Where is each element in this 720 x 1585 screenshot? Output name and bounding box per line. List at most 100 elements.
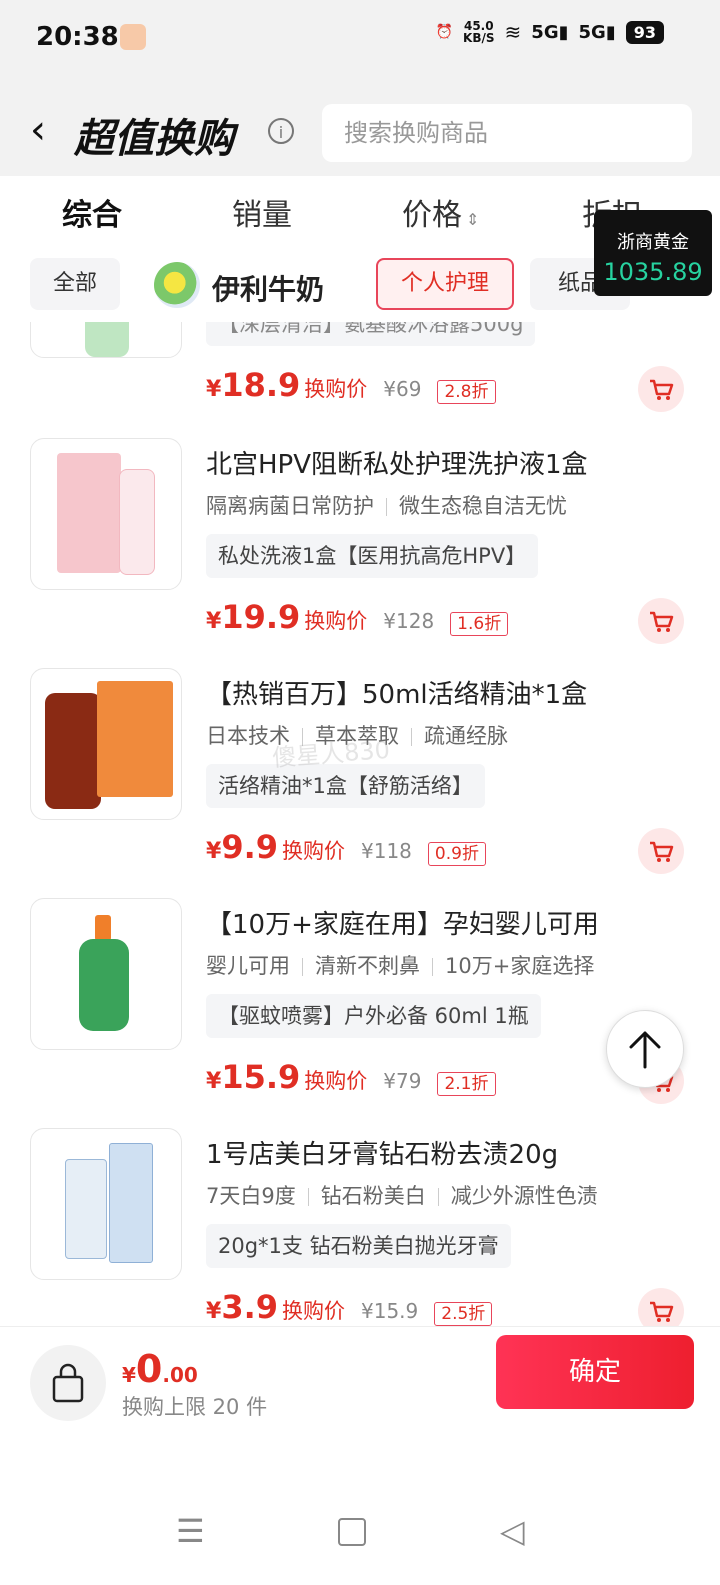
add-to-cart-button[interactable] [638,366,684,412]
product-tag: 微生态稳自洁无忧 [399,494,567,518]
sort-arrows-icon: ⇕ [466,210,480,229]
product-image[interactable] [30,1128,182,1280]
total-integer: 0 [135,1347,163,1391]
product-tag: 减少外源性色渍 [450,1184,598,1208]
product-tag: 清新不刺鼻 [315,954,420,978]
bag-button[interactable] [30,1345,106,1421]
category-brand[interactable]: 伊利牛奶 [212,268,324,308]
exchange-price: 18.9 [221,366,301,404]
status-bar: 20:38 ⏰ 45.0 KB/S ≋ 5G▮ 5G▮ 93 [0,0,720,80]
product-spec[interactable]: 【驱蚊喷雾】户外必备 60ml 1瓶 [206,994,541,1038]
alarm-icon: ⏰ [435,24,454,40]
exchange-price: 19.9 [221,598,301,636]
product-tag: 疏通经脉 [424,724,508,748]
product-image[interactable] [30,438,182,590]
exchange-price: 3.9 [221,1288,278,1326]
product-tag: 7天白9度 [206,1184,296,1208]
system-nav-bar: ☰ ◁ [0,1490,720,1584]
product-spec[interactable]: 活络精油*1盒【舒筋活络】 [206,764,485,808]
currency-symbol: ¥ [206,377,222,402]
currency-symbol: ¥ [206,609,222,634]
product-image[interactable] [30,322,182,358]
back-nav-icon[interactable]: ◁ [500,1512,525,1550]
original-price: ¥69 [383,377,422,401]
gold-ticker-value: 1035.89 [603,258,703,286]
list-item[interactable]: 【深层清洁】氨基酸沐浴露500g ¥18.9 换购价 ¥69 2.8折 [0,322,720,436]
signal-icon-1: 5G▮ [531,21,569,43]
product-image[interactable] [30,898,182,1050]
status-time: 20:38 [36,22,119,52]
page-title: 超值换购 [74,116,234,162]
discount-badge: 2.5折 [434,1301,493,1326]
info-icon[interactable]: i [268,118,294,144]
exchange-price-label: 换购价 [282,839,345,863]
product-tag: 10万+家庭选择 [445,954,595,978]
add-to-cart-button[interactable] [638,598,684,644]
product-list: 【深层清洁】氨基酸沐浴露500g ¥18.9 换购价 ¥69 2.8折 北宫HPV阻断… [0,322,720,1326]
gold-ticker-label: 浙商黄金 [617,232,689,253]
cart-icon [650,379,674,400]
category-all[interactable]: 全部 [30,258,120,310]
list-item[interactable]: 1号店美白牙膏钻石粉去渍20g 7天白9度 钻石粉美白 减少外源性色渍 20g*1支… [0,1128,720,1326]
arrow-up-icon [629,1031,661,1069]
product-image[interactable] [30,668,182,820]
price-row: ¥9.9 换购价 ¥118 0.9折 [206,828,486,868]
sort-tab-sales[interactable]: 销量 [232,190,292,234]
product-name: 1号店美白牙膏钻石粉去渍20g [206,1140,559,1170]
currency-symbol: ¥ [206,1299,222,1324]
product-tags: 隔离病菌日常防护 微生态稳自洁无忧 [206,490,567,520]
brand-logo [154,262,200,308]
category-personal-care[interactable]: 个人护理 [376,258,514,310]
scroll-to-top-button[interactable] [606,1010,684,1088]
product-tag: 隔离病菌日常防护 [206,494,374,518]
signal-icon-2: 5G▮ [578,21,616,43]
price-row: ¥3.9 换购价 ¥15.9 2.5折 [206,1288,493,1326]
price-row: ¥18.9 换购价 ¥69 2.8折 [206,366,496,406]
app-notification-icon [120,24,146,50]
currency-symbol: ¥ [206,1069,222,1094]
wifi-icon: ≋ [504,20,522,44]
exchange-price: 15.9 [221,1058,301,1096]
list-item[interactable]: 北宫HPV阻断私处护理洗护液1盒 隔离病菌日常防护 微生态稳自洁无忧 私处洗液1盒… [0,438,720,668]
product-tag: 钻石粉美白 [320,1184,426,1208]
sort-tab-price[interactable]: 价格 ⇕ [402,190,479,234]
product-name: 北宫HPV阻断私处护理洗护液1盒 [206,450,588,480]
exchange-price-label: 换购价 [304,377,368,401]
total-currency: ¥ [122,1363,136,1387]
home-icon[interactable] [338,1518,366,1546]
add-to-cart-button[interactable] [638,828,684,874]
total-price: ¥0.00 [122,1347,198,1391]
cart-icon [650,841,674,862]
sort-tab-comprehensive[interactable]: 综合 [62,190,122,234]
gold-ticker[interactable]: 浙商黄金 1035.89 [594,210,712,296]
product-spec: 【深层清洁】氨基酸沐浴露500g [206,322,536,346]
menu-icon[interactable]: ☰ [176,1512,205,1550]
network-speed: 45.0 KB/S [463,19,495,45]
price-row: ¥15.9 换购价 ¥79 2.1折 [206,1058,496,1098]
search-input[interactable]: 搜索换购商品 [322,104,692,162]
total-decimal: .00 [162,1363,198,1387]
exchange-price: 9.9 [221,828,278,866]
confirm-button[interactable]: 确定 [496,1335,694,1409]
back-icon[interactable]: ‹ [30,110,46,150]
add-to-cart-button[interactable] [638,1288,684,1326]
original-price: ¥79 [383,1069,422,1093]
currency-symbol: ¥ [206,839,222,864]
discount-badge: 1.6折 [450,611,509,636]
product-tags: 婴儿可用 清新不刺鼻 10万+家庭选择 [206,950,594,980]
exchange-price-label: 换购价 [282,1299,345,1323]
exchange-price-label: 换购价 [304,609,368,633]
shopping-bag-icon [52,1363,84,1403]
exchange-limit: 换购上限 20 件 [122,1395,268,1419]
product-tags: 7天白9度 钻石粉美白 减少外源性色渍 [206,1180,598,1210]
battery-icon: 93 [625,20,664,44]
cart-icon [650,611,674,632]
product-spec[interactable]: 20g*1支 钻石粉美白抛光牙膏 [206,1224,511,1268]
sort-tab-price-label: 价格 [402,198,462,233]
exchange-price-label: 换购价 [304,1069,368,1093]
product-spec[interactable]: 私处洗液1盒【医用抗高危HPV】 [206,534,539,578]
original-price: ¥15.9 [361,1299,419,1323]
discount-badge: 2.1折 [437,1071,496,1096]
list-item[interactable]: 【热销百万】50ml活络精油*1盒 日本技术 草本萃取 疏通经脉 活络精油*1盒【舒… [0,668,720,898]
header: ‹ 超值换购 i 搜索换购商品 [0,80,720,176]
